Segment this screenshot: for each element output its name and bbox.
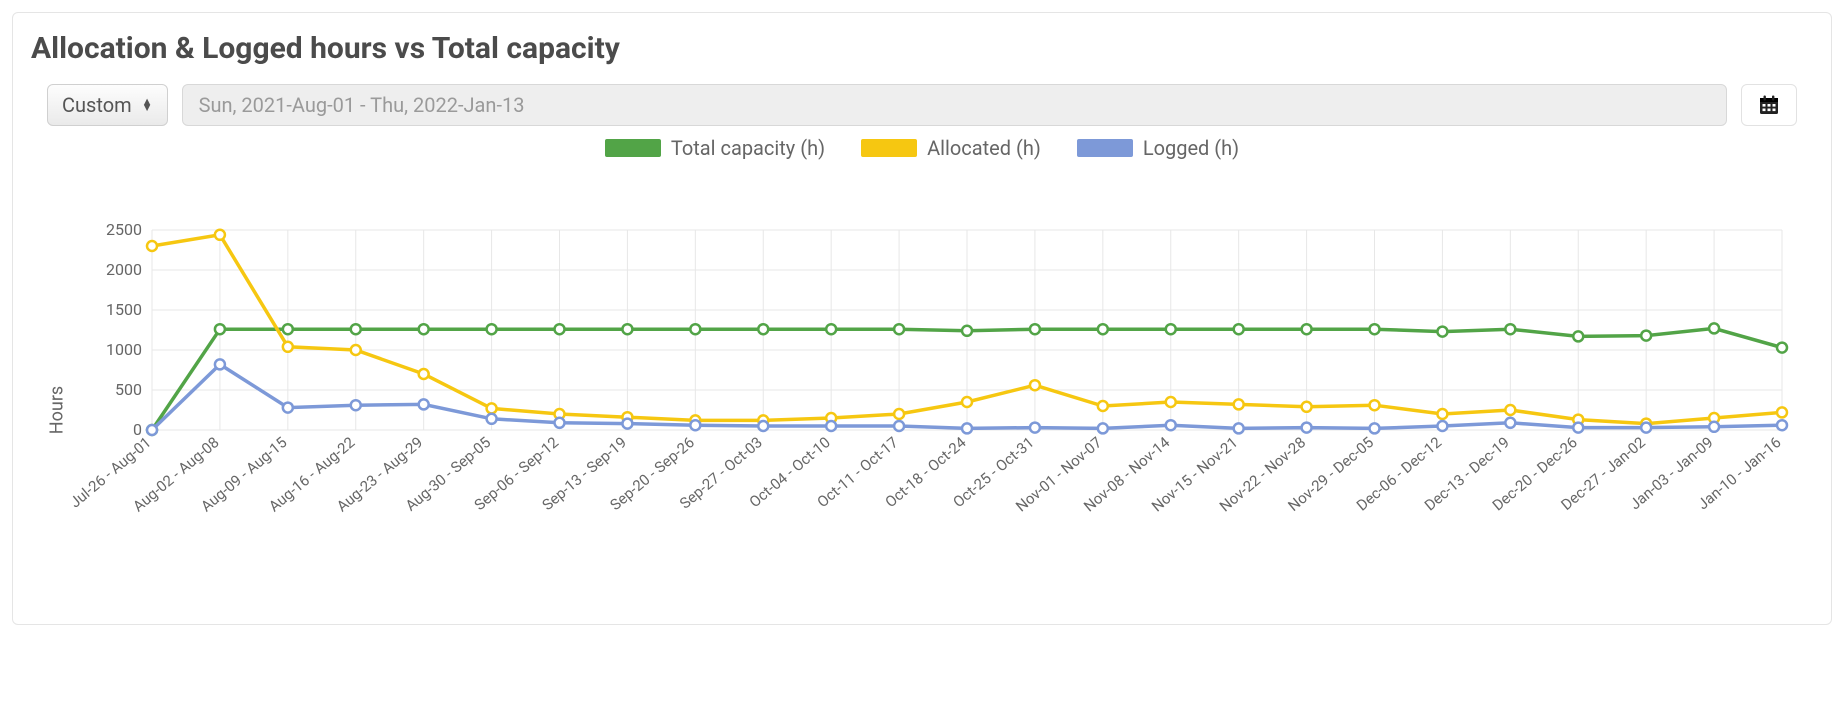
controls-row: Custom ▲▼ Sun, 2021-Aug-01 - Thu, 2022-J… [47, 84, 1797, 126]
date-range-display[interactable]: Sun, 2021-Aug-01 - Thu, 2022-Jan-13 [182, 84, 1727, 126]
legend-item-total[interactable]: Total capacity (h) [605, 136, 825, 160]
calendar-icon [1757, 93, 1781, 117]
legend: Total capacity (h) Allocated (h) Logged … [31, 136, 1813, 160]
chart-card: Allocation & Logged hours vs Total capac… [12, 12, 1832, 625]
y-axis-label: Hours [47, 386, 68, 434]
svg-text:1000: 1000 [106, 340, 142, 359]
legend-item-logged[interactable]: Logged (h) [1077, 136, 1239, 160]
svg-text:2500: 2500 [106, 220, 142, 239]
svg-text:1500: 1500 [106, 300, 142, 319]
svg-text:500: 500 [115, 380, 142, 399]
sort-icon: ▲▼ [142, 99, 153, 111]
range-select-label: Custom [62, 93, 132, 117]
calendar-button[interactable] [1741, 84, 1797, 126]
range-select[interactable]: Custom ▲▼ [47, 84, 168, 126]
legend-label-total: Total capacity (h) [671, 136, 825, 160]
legend-swatch-allocated [861, 139, 917, 157]
svg-text:2000: 2000 [106, 260, 142, 279]
legend-swatch-total [605, 139, 661, 157]
legend-swatch-logged [1077, 139, 1133, 157]
legend-label-logged: Logged (h) [1143, 136, 1239, 160]
chart-area: Hours 05001000150020002500Jul-26 - Aug-0… [31, 220, 1813, 600]
line-chart: 05001000150020002500Jul-26 - Aug-01Aug-0… [31, 220, 1813, 600]
page-title: Allocation & Logged hours vs Total capac… [31, 31, 1813, 66]
legend-item-allocated[interactable]: Allocated (h) [861, 136, 1041, 160]
legend-label-allocated: Allocated (h) [927, 136, 1041, 160]
